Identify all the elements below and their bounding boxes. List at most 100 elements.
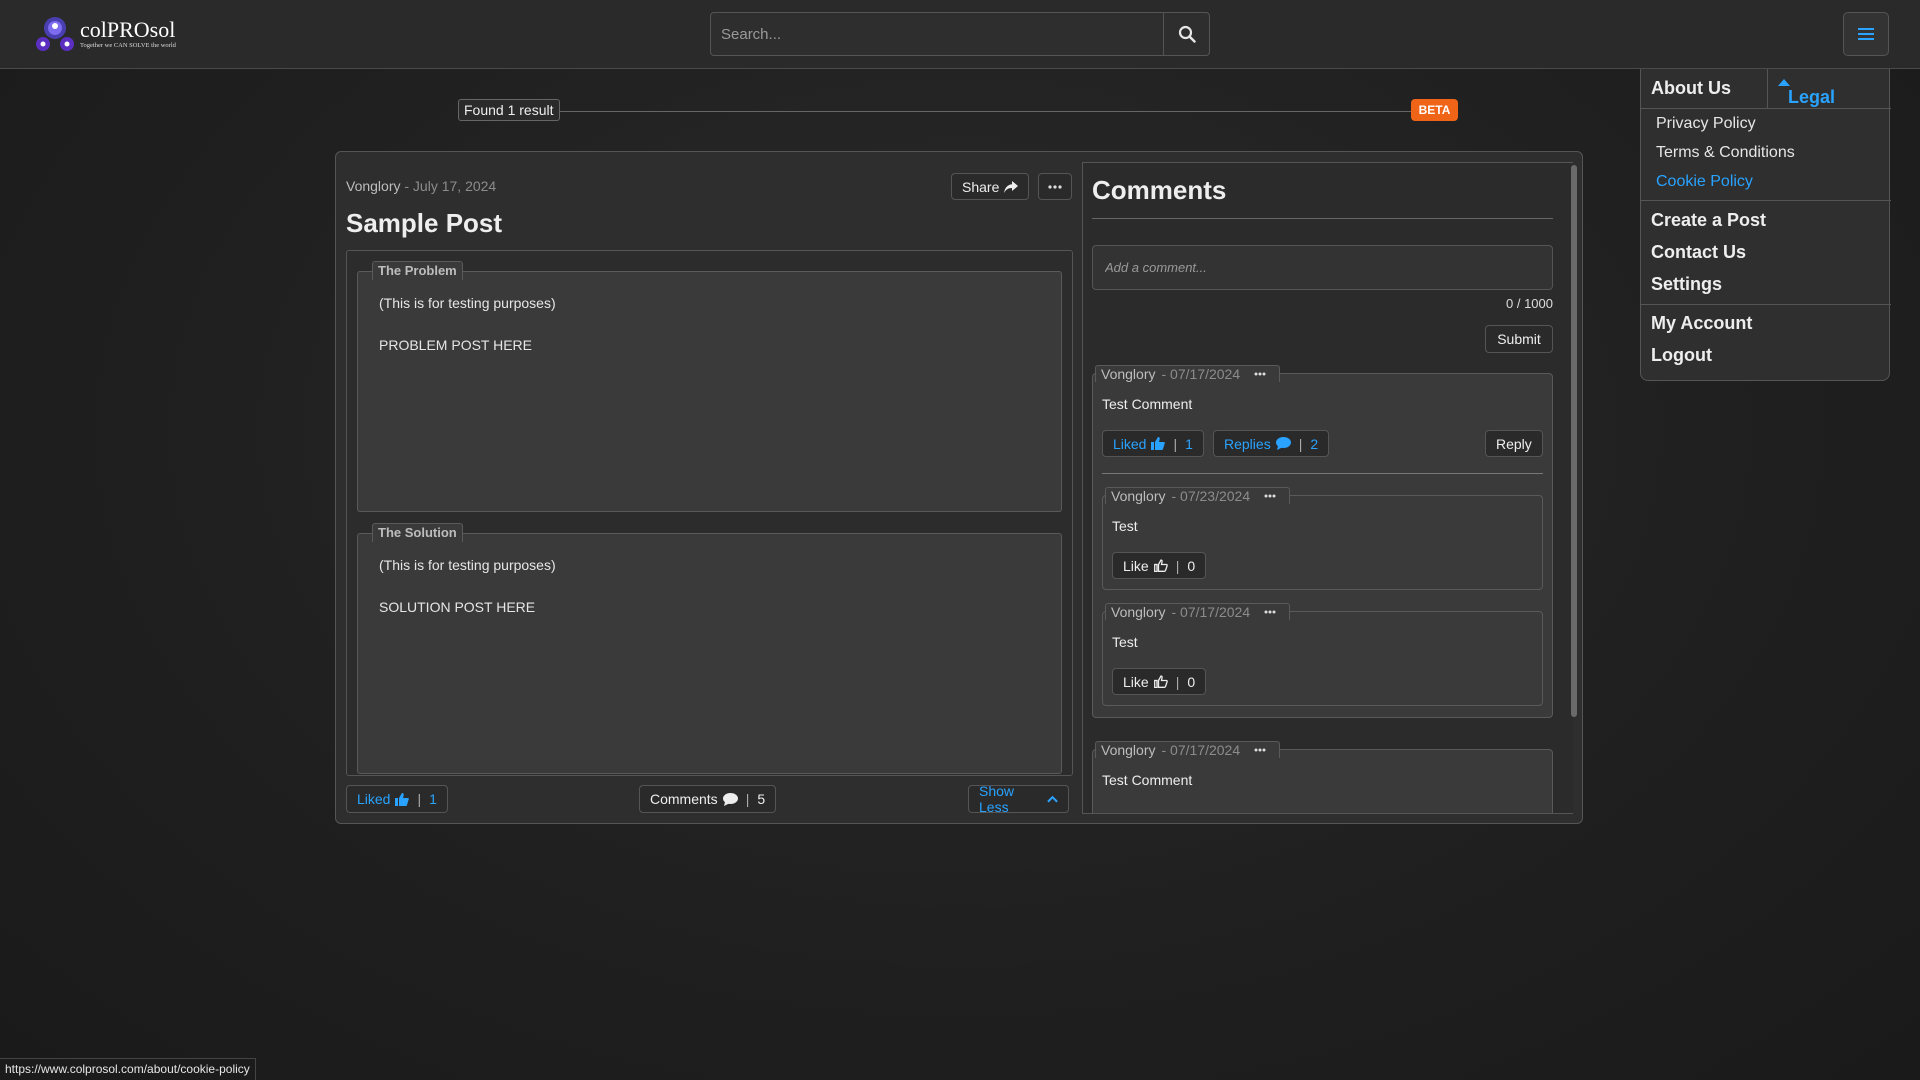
brand-name: colPROsol [80, 17, 176, 42]
nav-dropdown-menu: About Us Legal Privacy Policy Terms & Co… [1640, 69, 1891, 381]
comments-title: Comments [1092, 175, 1227, 205]
reply-author[interactable]: Vonglory [1111, 488, 1165, 504]
menu-divider [1641, 200, 1891, 201]
thumbs-up-icon [395, 792, 410, 806]
solution-text-line: SOLUTION POST HERE [379, 599, 536, 615]
post-date: - July 17, 2024 [404, 178, 497, 194]
reply-date: - 07/17/2024 [1171, 604, 1251, 620]
chevron-up-icon [1047, 795, 1058, 803]
comment-icon [1275, 437, 1291, 450]
comment-date: - 07/17/2024 [1161, 742, 1241, 758]
reply-header: Vonglory - 07/23/2024 [1105, 487, 1291, 504]
more-options-icon [1264, 494, 1276, 498]
comment-like-count: 1 [1185, 435, 1193, 452]
solution-text-line: (This is for testing purposes) [379, 557, 556, 573]
legal-label: Legal [1788, 87, 1836, 107]
results-divider [458, 111, 1458, 112]
reply-like-separator: | [1175, 557, 1180, 574]
post-author[interactable]: Vonglory [346, 178, 400, 194]
comments-panel[interactable]: Comments 0 / 1000 Submit Vonglory - 07/1… [1082, 162, 1573, 814]
status-bar-url: https://www.colprosol.com/about/cookie-p… [0, 1058, 256, 1080]
problem-text-line: PROBLEM POST HERE [379, 337, 533, 353]
comment-icon [722, 792, 738, 806]
reply-item: Vonglory - 07/23/2024 Test Like | 0 [1102, 487, 1543, 590]
comment-header: Vonglory - 07/17/2024 [1095, 741, 1281, 758]
comment-replies-label: Replies [1224, 435, 1271, 452]
reply-text: Test [1112, 518, 1138, 534]
submit-comment-button[interactable]: Submit [1485, 325, 1553, 353]
post-comments-label: Comments [650, 791, 718, 807]
thumbs-up-outline-icon [1153, 559, 1168, 572]
top-navbar: colPROsol Together we CAN SOLVE the worl… [0, 0, 1920, 69]
comment-item: Vonglory - 07/17/2024 Test Comment [1092, 741, 1553, 813]
problem-legend: The Problem [372, 261, 463, 280]
comment-options-button[interactable] [1254, 372, 1266, 376]
menu-item-privacy-policy[interactable]: Privacy Policy [1656, 115, 1756, 133]
menu-item-my-account[interactable]: My Account [1651, 313, 1752, 334]
reply-item: Vonglory - 07/17/2024 Test Like | 0 [1102, 603, 1543, 706]
reply-like-button[interactable]: Like | 0 [1112, 668, 1207, 695]
menu-item-cookie-policy[interactable]: Cookie Policy [1656, 173, 1753, 191]
post-panel: Vonglory - July 17, 2024 Share Sample Po… [346, 162, 1073, 815]
comment-like-label: Liked [1113, 435, 1147, 452]
post-comments-button[interactable]: Comments | 5 [639, 785, 777, 813]
menu-item-contact-us[interactable]: Contact Us [1651, 242, 1746, 263]
menu-item-terms-conditions[interactable]: Terms & Conditions [1656, 144, 1795, 162]
menu-item-about-us[interactable]: About Us [1651, 78, 1731, 99]
post-body: The Problem (This is for testing purpose… [346, 250, 1073, 776]
comment-text: Test Comment [1102, 772, 1193, 788]
search-input[interactable] [711, 13, 1163, 55]
problem-text-line: (This is for testing purposes) [379, 295, 556, 311]
results-bar: Found 1 result BETA [458, 99, 1458, 121]
thumbs-up-outline-icon [1153, 675, 1168, 688]
comment-char-count: 0 / 1000 [1506, 296, 1553, 311]
reply-button[interactable]: Reply [1485, 430, 1543, 457]
post-meta: Vonglory - July 17, 2024 [346, 178, 496, 194]
thumbs-up-icon [1151, 437, 1166, 450]
reply-like-count: 0 [1187, 673, 1196, 690]
comment-like-separator: | [1173, 435, 1178, 452]
brand-tagline: Together we CAN SOLVE the world [80, 42, 176, 49]
more-options-icon [1048, 184, 1062, 189]
reply-text: Test [1112, 634, 1138, 650]
search-button[interactable] [1163, 13, 1209, 55]
menu-item-legal[interactable]: Legal [1767, 69, 1891, 109]
reply-options-button[interactable] [1264, 494, 1276, 498]
post-card: Vonglory - July 17, 2024 Share Sample Po… [335, 151, 1583, 824]
show-less-label: Show Less [979, 783, 1015, 815]
reply-date: - 07/23/2024 [1171, 488, 1251, 504]
search-bar [710, 12, 1210, 56]
hamburger-menu-button[interactable] [1843, 12, 1889, 56]
hamburger-icon [1858, 28, 1874, 40]
reply-like-button[interactable]: Like | 0 [1112, 552, 1207, 579]
more-options-icon [1254, 748, 1266, 752]
menu-item-logout[interactable]: Logout [1651, 345, 1712, 366]
comment-like-button[interactable]: Liked | 1 [1102, 430, 1204, 457]
comment-options-button[interactable] [1254, 748, 1266, 752]
comment-replies-button[interactable]: Replies | 2 [1213, 430, 1330, 457]
comment-header: Vonglory - 07/17/2024 [1095, 365, 1281, 382]
reply-author[interactable]: Vonglory [1111, 604, 1165, 620]
post-like-label: Liked [357, 791, 391, 807]
post-like-button[interactable]: Liked | 1 [346, 785, 448, 813]
menu-item-create-post[interactable]: Create a Post [1651, 210, 1766, 231]
beta-badge: BETA [1411, 99, 1458, 121]
dropdown-header: About Us Legal [1641, 69, 1891, 109]
reply-options-button[interactable] [1264, 610, 1276, 614]
comment-input[interactable] [1093, 246, 1552, 289]
reply-like-label: Like [1123, 557, 1149, 574]
post-options-button[interactable] [1038, 173, 1072, 200]
post-like-count: 1 [429, 791, 437, 807]
comment-author[interactable]: Vonglory [1101, 366, 1155, 382]
brand-logo[interactable]: colPROsol Together we CAN SOLVE the worl… [34, 14, 176, 54]
solution-legend: The Solution [372, 523, 463, 542]
comments-scrollbar[interactable] [1571, 165, 1577, 717]
reply-like-count: 0 [1187, 557, 1196, 574]
search-icon [1178, 25, 1196, 43]
show-less-button[interactable]: Show Less [968, 783, 1069, 815]
results-count-badge: Found 1 result [458, 99, 560, 121]
share-button[interactable]: Share [951, 173, 1030, 200]
menu-item-settings[interactable]: Settings [1651, 274, 1722, 295]
comment-author[interactable]: Vonglory [1101, 742, 1155, 758]
more-options-icon [1264, 610, 1276, 614]
